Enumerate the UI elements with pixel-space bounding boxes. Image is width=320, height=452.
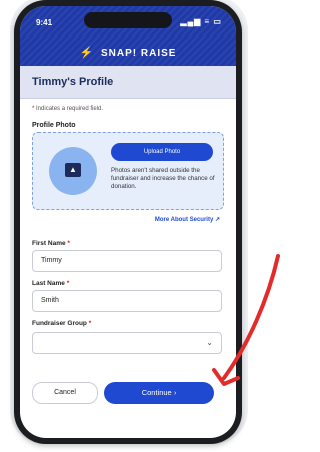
- required-star: *: [32, 106, 35, 112]
- security-link-label: More About Security: [154, 217, 214, 223]
- arrow-stroke: [222, 254, 280, 380]
- photo-upload-area[interactable]: ▲ Upload Photo Photos aren't shared outs…: [32, 132, 224, 210]
- first-name-label-text: First Name: [32, 240, 66, 247]
- page-header: Timmy's Profile: [20, 66, 236, 99]
- brand-logo: ⚡ SNAP! RAISE: [20, 46, 236, 59]
- brand-name: SNAP! RAISE: [101, 48, 177, 59]
- fundraiser-group-label: Fundraiser Group *: [32, 320, 91, 327]
- fundraiser-group-label-text: Fundraiser Group: [32, 320, 87, 327]
- avatar-placeholder: ▲: [49, 147, 97, 195]
- chevron-right-icon: ›: [173, 388, 177, 397]
- first-name-required-star: *: [67, 240, 70, 247]
- last-name-field[interactable]: Smith: [32, 290, 222, 312]
- brand-bar: ⚡ SNAP! RAISE: [20, 36, 236, 66]
- status-icons: ▂▄▆ ≡ ▭: [180, 17, 222, 26]
- status-time: 9:41: [36, 18, 53, 27]
- required-note: * Indicates a required field.: [32, 106, 103, 112]
- first-name-label: First Name *: [32, 240, 70, 247]
- photo-privacy-note: Photos aren't shared outside the fundrai…: [111, 167, 215, 190]
- continue-label: Continue: [141, 388, 172, 397]
- last-name-label-text: Last Name: [32, 280, 65, 287]
- camera-notch: [84, 12, 172, 28]
- upload-photo-button[interactable]: Upload Photo: [111, 143, 213, 161]
- page-title: Timmy's Profile: [32, 76, 114, 88]
- fundraiser-group-select[interactable]: ⌄: [32, 332, 222, 354]
- snap-logo-icon: ⚡: [79, 47, 95, 59]
- status-bar: 9:41 ▂▄▆ ≡ ▭: [20, 6, 236, 36]
- last-name-required-star: *: [66, 280, 70, 287]
- cancel-button[interactable]: Cancel: [32, 382, 98, 404]
- last-name-label: Last Name *: [32, 280, 69, 287]
- first-name-field[interactable]: Timmy: [32, 250, 222, 272]
- security-link[interactable]: More About Security ↗: [155, 216, 220, 223]
- external-link-icon: ↗: [214, 217, 220, 223]
- profile-photo-label: Profile Photo: [32, 122, 76, 129]
- red-arrow-annotation: [212, 254, 280, 386]
- fundraiser-group-required-star: *: [88, 320, 92, 327]
- image-icon: ▲: [65, 163, 81, 177]
- required-note-text: Indicates a required field.: [36, 106, 104, 112]
